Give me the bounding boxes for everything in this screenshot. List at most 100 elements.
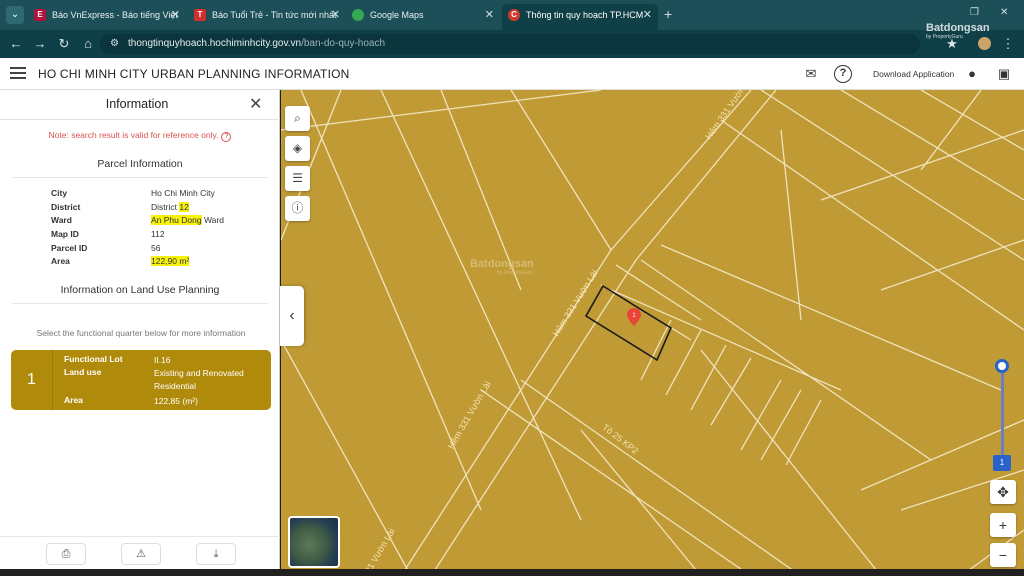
browser-tab-planning[interactable]: C Thông tin quy hoạch TP.HCM ✕: [502, 4, 658, 30]
vnexpress-icon: E: [34, 9, 46, 21]
zoom-level-badge: 1: [993, 455, 1011, 471]
reload-icon[interactable]: ↻: [56, 36, 72, 52]
field-area: Area 122,90 m²: [51, 256, 190, 266]
planning-map[interactable]: Hẻm 331 Vườn Lài Hẻm 331 Vườn Lài Hẻm 33…: [281, 90, 1024, 576]
url-host: thongtinquyhoach.hochiminhcity.gov.vn: [128, 38, 302, 49]
field-parcel-id: Parcel ID 56: [51, 243, 160, 253]
close-tab-icon[interactable]: ✕: [331, 4, 340, 26]
apple-icon[interactable]: ●: [963, 65, 981, 83]
app-title: HO CHI MINH CITY URBAN PLANNING INFORMAT…: [38, 67, 350, 81]
search-icon[interactable]: ⌕: [285, 106, 310, 131]
select-quarter-note: Select the functional quarter below for …: [36, 328, 246, 338]
browser-tab-google-maps[interactable]: Google Maps ✕: [346, 4, 500, 30]
close-window-icon[interactable]: ✕: [1000, 7, 1008, 18]
zoom-in-button[interactable]: +: [990, 513, 1016, 537]
zoom-slider-handle[interactable]: [995, 359, 1009, 373]
export-pdf-icon[interactable]: ⎙: [46, 543, 86, 565]
field-ward: Ward An Phu Dong Ward: [51, 215, 224, 225]
lot-key: Land use: [64, 367, 102, 377]
url-path: /ban-do-quy-hoach: [301, 38, 386, 49]
lot-value: II.16: [154, 355, 171, 365]
browser-tab-vnexpress[interactable]: E Báo VnExpress - Báo tiếng Việt ✕: [28, 4, 186, 30]
field-key: Map ID: [51, 229, 79, 239]
info-icon[interactable]: ⓘ: [285, 196, 310, 221]
watermark-subtext: by PropertyGuru: [926, 34, 963, 40]
download-app-link[interactable]: Download Application: [873, 69, 954, 79]
lot-value: 122,85 (m²): [154, 396, 198, 406]
field-value: Ho Chi Minh City: [151, 188, 215, 198]
map-watermark: Batdongsan by PropertyGuru: [470, 258, 534, 276]
site-info-icon[interactable]: ⚙: [110, 34, 119, 54]
tab-label: Thông tin quy hoạch TP.HCM: [526, 10, 644, 20]
field-key: District: [51, 202, 81, 212]
lot-key: Area: [64, 395, 83, 405]
android-icon[interactable]: ▣: [995, 65, 1013, 83]
collapse-panel-chevron-icon[interactable]: ‹: [280, 286, 304, 346]
hamburger-menu-icon[interactable]: [10, 67, 26, 79]
field-map-id: Map ID 112: [51, 229, 165, 239]
map-watermark-text: Batdongsan: [470, 258, 534, 270]
mail-icon[interactable]: ✉: [802, 65, 820, 83]
restore-window-icon[interactable]: ❐: [970, 7, 979, 18]
app-header: HO CHI MINH CITY URBAN PLANNING INFORMAT…: [0, 58, 1024, 90]
satellite-minimap[interactable]: [288, 516, 340, 568]
close-tab-icon[interactable]: ✕: [643, 4, 652, 26]
forward-icon[interactable]: →: [32, 36, 48, 52]
watermark-text: Batdongsan: [926, 22, 990, 34]
field-value-highlight: 122,90 m²: [151, 256, 190, 266]
tuoitre-icon: T: [194, 9, 206, 21]
field-value-highlight: 12: [179, 202, 189, 212]
close-tab-icon[interactable]: ✕: [485, 4, 494, 26]
lot-value: Existing and Renovated Residential: [154, 368, 244, 391]
map-pin-icon[interactable]: 1: [627, 308, 641, 326]
panel-header: Information ✕: [0, 90, 280, 120]
map-parcel-lines: [281, 90, 1024, 576]
lot-row-functional: Functional Lot II.16: [64, 354, 171, 365]
locate-icon[interactable]: ✥: [990, 480, 1016, 504]
tab-label: Báo Tuổi Trẻ - Tin tức mới nhất: [212, 10, 337, 20]
lot-key: Functional Lot: [64, 354, 123, 364]
legend-list-icon[interactable]: ☰: [285, 166, 310, 191]
zoom-slider-track[interactable]: [1001, 366, 1004, 456]
field-key: Ward: [51, 215, 72, 225]
field-city: City Ho Chi Minh City: [51, 188, 215, 198]
close-icon[interactable]: ✕: [249, 94, 262, 114]
watermark-logo: Batdongsan by PropertyGuru: [926, 22, 990, 40]
panel-title: Information: [105, 97, 169, 111]
home-icon[interactable]: ⌂: [80, 36, 96, 52]
back-icon[interactable]: ←: [8, 36, 24, 52]
close-tab-icon[interactable]: ✕: [171, 4, 180, 26]
lot-row-area: Area 122,85 (m²): [64, 395, 198, 406]
tab-search-button[interactable]: ⌄: [6, 6, 24, 24]
help-circle-icon[interactable]: ?: [221, 132, 232, 142]
address-bar[interactable]: ⚙ thongtinquyhoach.hochiminhcity.gov.vn/…: [100, 34, 920, 54]
field-value: 56: [151, 243, 161, 253]
os-taskbar: [0, 569, 1024, 576]
functional-lot-card[interactable]: 1 Functional Lot II.16 Land use Existing a…: [11, 350, 271, 410]
field-key: Area: [51, 256, 70, 266]
map-watermark-subtext: by PropertyGuru: [496, 270, 534, 276]
reference-note-text: Note: search result is valid for referen…: [48, 130, 219, 140]
zoom-out-button[interactable]: −: [990, 543, 1016, 567]
reference-note: Note: search result is valid for referen…: [0, 130, 280, 142]
land-use-heading: Information on Land Use Planning: [12, 284, 268, 304]
layers-icon[interactable]: ◈: [285, 136, 310, 161]
field-district: District District 12: [51, 202, 189, 212]
download-icon[interactable]: ⤓: [196, 543, 236, 565]
browser-tab-tuoitre[interactable]: T Báo Tuổi Trẻ - Tin tức mới nhất ✕: [188, 4, 346, 30]
lot-row-land-use: Land use Existing and Renovated Residenti…: [64, 367, 244, 391]
planning-icon: C: [508, 9, 520, 21]
menu-kebab-icon[interactable]: ⋮: [1000, 36, 1016, 52]
tab-label: Google Maps: [370, 10, 424, 20]
field-key: City: [51, 188, 68, 198]
tab-label: Báo VnExpress - Báo tiếng Việt: [52, 10, 178, 20]
new-tab-icon[interactable]: +: [664, 6, 672, 22]
warning-icon[interactable]: ⚠: [121, 543, 161, 565]
browser-toolbar: ← → ↻ ⌂ ⚙ thongtinquyhoach.hochiminhcity…: [0, 30, 1024, 58]
field-key: Parcel ID: [51, 243, 88, 253]
help-icon[interactable]: ?: [834, 65, 852, 83]
field-value-highlight: An Phu Dong: [151, 215, 202, 225]
field-value: 112: [151, 229, 165, 239]
parcel-info-heading: Parcel Information: [12, 158, 268, 178]
maps-pin-icon: [352, 9, 364, 21]
